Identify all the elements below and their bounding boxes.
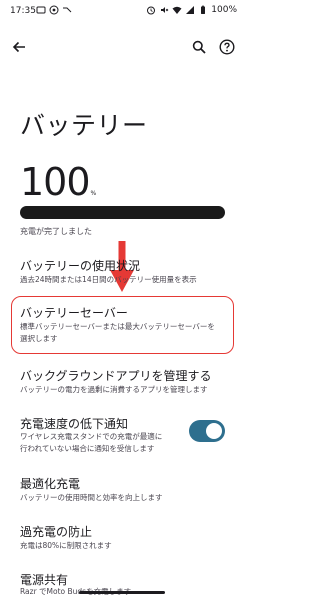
app-notification-icon (63, 7, 72, 13)
mute-icon (161, 7, 169, 13)
message-icon (49, 5, 59, 15)
slow-charging-subtitle-1: ワイヤレス充電スタンドでの充電が最適に (20, 432, 163, 441)
wifi-icon (172, 6, 182, 14)
battery-usage-title: バッテリーの使用状況 (20, 259, 141, 273)
overcharge-prevention-subtitle: 充電は80%に制限されます (20, 541, 112, 550)
battery-usage-subtitle: 過去24時間または14日間のバッテリー使用量を表示 (20, 275, 197, 284)
overcharge-prevention-item[interactable]: 過充電の防止 充電は80%に制限されます (0, 520, 245, 556)
battery-saver-item[interactable]: バッテリーセーバー 標準バッテリーセーバーまたは最大バッテリーセーバーを 選択し… (0, 300, 245, 352)
status-battery-text: 100% (211, 5, 237, 15)
alarm-icon (147, 6, 156, 15)
optimized-charging-title: 最適化充電 (20, 477, 81, 491)
overcharge-prevention-title: 過充電の防止 (20, 525, 93, 539)
signal-icon (186, 6, 195, 14)
battery-level: 100 % (20, 160, 96, 204)
help-button[interactable] (216, 36, 238, 58)
optimized-charging-item[interactable]: 最適化充電 バッテリーの使用時間と効率を向上します (0, 472, 245, 508)
optimized-charging-subtitle: バッテリーの使用時間と効率を向上します (20, 493, 163, 502)
status-time: 17:35 (10, 6, 36, 16)
battery-progress-bar (20, 206, 225, 219)
help-icon (219, 39, 235, 55)
toggle-knob (206, 423, 222, 439)
power-share-item[interactable]: 電源共有 Razr でMoto Budsを充電します (0, 568, 245, 600)
slow-charging-subtitle-2: 行われていない場合に通知を受信します (20, 444, 155, 453)
back-arrow-icon (12, 41, 25, 53)
slow-charging-title: 充電速度の低下通知 (20, 417, 129, 431)
status-bar: 17:35 100% (0, 0, 245, 22)
notification-icon (36, 6, 46, 14)
battery-saver-subtitle-1: 標準バッテリーセーバーまたは最大バッテリーセーバーを (20, 322, 215, 331)
background-apps-title: バックグラウンドアプリを管理する (20, 369, 212, 383)
slow-charging-toggle[interactable] (189, 420, 225, 442)
search-icon (192, 40, 206, 54)
battery-saver-title: バッテリーセーバー (20, 306, 128, 320)
battery-usage-item[interactable]: バッテリーの使用状況 過去24時間または14日間のバッテリー使用量を表示 (0, 254, 245, 290)
battery-status-icon (201, 5, 206, 14)
top-app-bar (0, 30, 245, 66)
battery-unit: % (90, 190, 97, 197)
charge-status-text: 充電が完了しました (20, 227, 92, 236)
status-right-icons: 100% (146, 5, 237, 15)
background-apps-subtitle: バッテリーの電力を過剰に消費するアプリを管理します (20, 385, 208, 394)
navigation-handle[interactable] (79, 591, 165, 594)
search-button[interactable] (188, 36, 210, 58)
battery-saver-subtitle-2: 選択します (20, 334, 58, 343)
page-title: バッテリー (20, 111, 148, 140)
battery-percentage: 100 (20, 160, 91, 204)
background-apps-item[interactable]: バックグラウンドアプリを管理する バッテリーの電力を過剰に消費するアプリを管理し… (0, 364, 245, 400)
back-button[interactable] (8, 36, 30, 58)
status-left-icons (36, 5, 72, 15)
